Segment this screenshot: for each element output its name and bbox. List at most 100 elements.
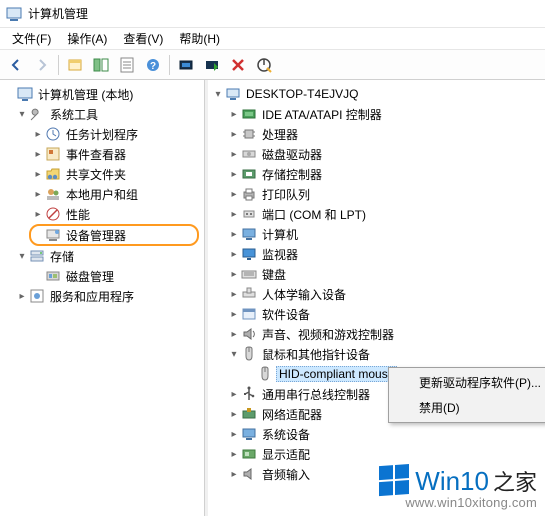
caret-right-icon[interactable]: ▸ <box>32 209 44 220</box>
caret-right-icon[interactable]: ▸ <box>228 229 240 240</box>
tree-device-manager[interactable]: ▶ 设备管理器 <box>30 225 198 245</box>
caret-right-icon[interactable]: ▸ <box>228 289 240 300</box>
caret-right-icon[interactable]: ▸ <box>228 329 240 340</box>
cat-system-dev[interactable]: ▸系统设备 <box>208 424 545 444</box>
tree-label: 处理器 <box>260 126 300 143</box>
tree-label: 计算机 <box>260 226 300 243</box>
uninstall-button[interactable] <box>226 53 250 77</box>
cat-sound[interactable]: ▸声音、视频和游戏控制器 <box>208 324 545 344</box>
clock-icon <box>45 126 61 142</box>
caret-right-icon[interactable]: ▸ <box>228 469 240 480</box>
tree-label: DESKTOP-T4EJVJQ <box>244 87 360 101</box>
printer-icon <box>241 186 257 202</box>
display-adapter-icon <box>241 446 257 462</box>
network-icon <box>241 406 257 422</box>
update-driver-button[interactable] <box>200 53 224 77</box>
caret-down-icon[interactable]: ▾ <box>16 109 28 120</box>
cat-display[interactable]: ▸显示适配 <box>208 444 545 464</box>
caret-right-icon[interactable]: ▸ <box>228 309 240 320</box>
menu-help[interactable]: 帮助(H) <box>171 28 228 49</box>
caret-down-icon[interactable]: ▾ <box>212 89 224 100</box>
disable-button[interactable] <box>252 53 276 77</box>
caret-right-icon[interactable]: ▸ <box>228 109 240 120</box>
audio-in-icon <box>241 466 257 482</box>
cat-software-dev[interactable]: ▸软件设备 <box>208 304 545 324</box>
menu-view[interactable]: 查看(V) <box>115 28 171 49</box>
cat-ports[interactable]: ▸端口 (COM 和 LPT) <box>208 204 545 224</box>
tree-label: 键盘 <box>260 266 288 283</box>
caret-right-icon[interactable]: ▸ <box>228 269 240 280</box>
disk-mgmt-icon <box>45 268 61 284</box>
cat-storage-ctrl[interactable]: ▸存储控制器 <box>208 164 545 184</box>
caret-right-icon[interactable]: ▸ <box>228 389 240 400</box>
cat-mouse[interactable]: ▾鼠标和其他指针设备 <box>208 344 545 364</box>
caret-right-icon[interactable]: ▸ <box>228 189 240 200</box>
up-button[interactable] <box>63 53 87 77</box>
back-button[interactable] <box>4 53 28 77</box>
tree-label: 打印队列 <box>260 186 312 203</box>
properties-button[interactable] <box>115 53 139 77</box>
menu-disable[interactable]: 禁用(D) <box>391 395 545 420</box>
tree-task-scheduler[interactable]: ▸ 任务计划程序 <box>0 124 204 144</box>
tree-storage[interactable]: ▾ 存储 <box>0 246 204 266</box>
sound-icon <box>241 326 257 342</box>
watermark: Win10 之家 www.win10xitong.com <box>379 465 537 510</box>
performance-icon <box>45 206 61 222</box>
caret-right-icon[interactable]: ▸ <box>228 449 240 460</box>
hid-icon <box>241 286 257 302</box>
caret-right-icon[interactable]: ▸ <box>32 129 44 140</box>
device-root[interactable]: ▾ DESKTOP-T4EJVJQ <box>208 84 545 104</box>
tree-shared-folders[interactable]: ▸ 共享文件夹 <box>0 164 204 184</box>
tree-root-computer-mgmt[interactable]: ▶ 计算机管理 (本地) <box>0 84 204 104</box>
caret-right-icon[interactable]: ▸ <box>228 249 240 260</box>
caret-right-icon[interactable]: ▸ <box>228 149 240 160</box>
caret-right-icon[interactable]: ▸ <box>228 129 240 140</box>
tree-performance[interactable]: ▸ 性能 <box>0 204 204 224</box>
cat-print[interactable]: ▸ 打印队列 <box>208 184 545 204</box>
menu-file[interactable]: 文件(F) <box>4 28 59 49</box>
brand-text: Win10 <box>415 466 489 497</box>
caret-right-icon[interactable]: ▸ <box>16 291 28 302</box>
window-title: 计算机管理 <box>28 5 88 22</box>
caret-down-icon[interactable]: ▾ <box>16 251 28 262</box>
tree-label: 本地用户和组 <box>64 186 140 203</box>
caret-right-icon[interactable]: ▸ <box>228 409 240 420</box>
users-icon <box>45 186 61 202</box>
caret-right-icon[interactable]: ▸ <box>228 429 240 440</box>
caret-down-icon[interactable]: ▾ <box>228 349 240 360</box>
caret-right-icon[interactable]: ▸ <box>228 209 240 220</box>
caret-right-icon[interactable]: ▸ <box>32 149 44 160</box>
tree-local-users[interactable]: ▸ 本地用户和组 <box>0 184 204 204</box>
tree-system-tools[interactable]: ▾ 系统工具 <box>0 104 204 124</box>
context-menu: 更新驱动程序软件(P)... 禁用(D) <box>388 367 545 423</box>
cat-computer[interactable]: ▸ 计算机 <box>208 224 545 244</box>
computer-icon <box>225 86 241 102</box>
cat-disk[interactable]: ▸ 磁盘驱动器 <box>208 144 545 164</box>
pc-icon <box>241 226 257 242</box>
tree-label: 设备管理器 <box>64 227 128 244</box>
help-button[interactable]: ? <box>141 53 165 77</box>
cpu-icon <box>241 126 257 142</box>
show-hide-tree-button[interactable] <box>89 53 113 77</box>
software-icon <box>241 306 257 322</box>
scan-hardware-button[interactable] <box>174 53 198 77</box>
cat-hid[interactable]: ▸人体学输入设备 <box>208 284 545 304</box>
brand-suffix: 之家 <box>493 465 537 497</box>
caret-right-icon[interactable]: ▸ <box>32 169 44 180</box>
tree-label: 磁盘驱动器 <box>260 146 324 163</box>
tree-services-apps[interactable]: ▸ 服务和应用程序 <box>0 286 204 306</box>
tree-label: 性能 <box>64 206 92 223</box>
cat-ide[interactable]: ▸IDE ATA/ATAPI 控制器 <box>208 104 545 124</box>
tree-label: 通用串行总线控制器 <box>260 386 372 403</box>
forward-button[interactable] <box>30 53 54 77</box>
cat-keyboard[interactable]: ▸ 键盘 <box>208 264 545 284</box>
caret-right-icon[interactable]: ▸ <box>228 169 240 180</box>
cat-cpu[interactable]: ▸ 处理器 <box>208 124 545 144</box>
caret-right-icon[interactable]: ▸ <box>32 189 44 200</box>
tree-disk-mgmt[interactable]: ▶ 磁盘管理 <box>0 266 204 286</box>
cat-monitor[interactable]: ▸监视器 <box>208 244 545 264</box>
menu-update-driver[interactable]: 更新驱动程序软件(P)... <box>391 370 545 395</box>
tree-label: 存储 <box>48 248 76 265</box>
tree-event-viewer[interactable]: ▸ 事件查看器 <box>0 144 204 164</box>
menu-action[interactable]: 操作(A) <box>59 28 115 49</box>
